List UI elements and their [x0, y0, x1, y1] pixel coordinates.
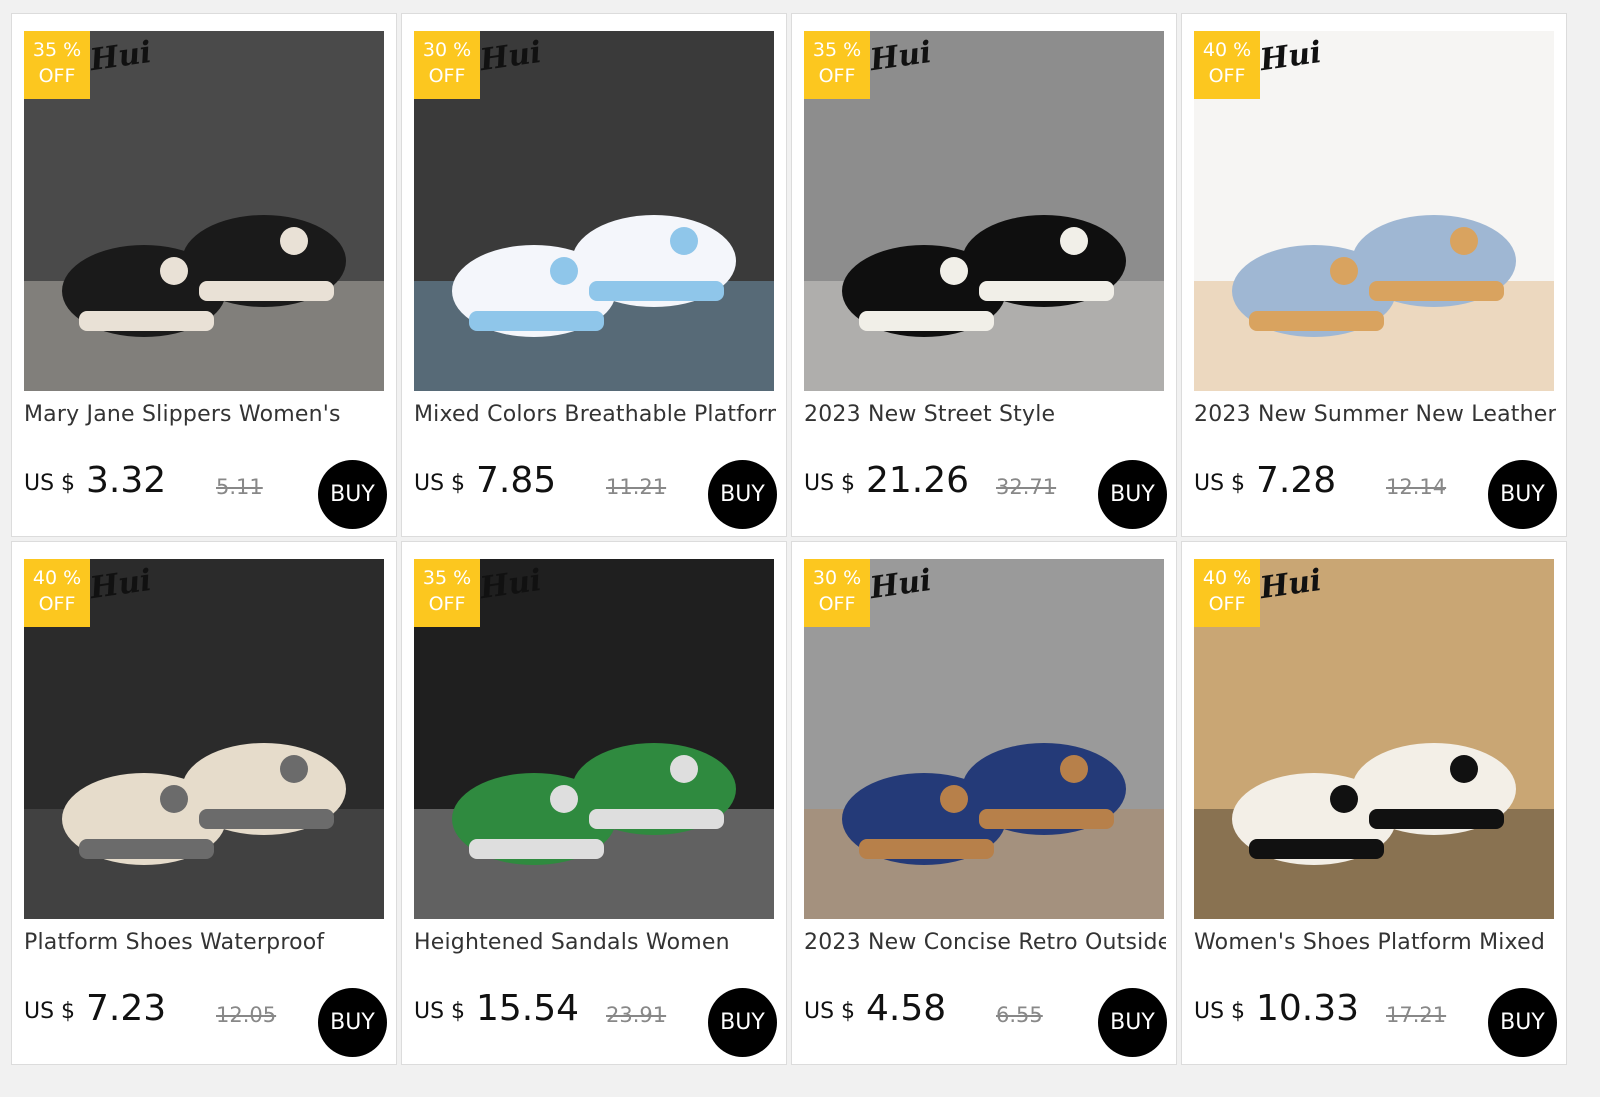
discount-off-label: OFF — [818, 65, 856, 87]
discount-percent: 30 % — [812, 567, 862, 589]
discount-percent: 30 % — [422, 39, 472, 61]
buy-button[interactable]: BUY — [1098, 988, 1167, 1057]
product-title[interactable]: Mary Jane Slippers Women's — [24, 402, 386, 427]
discount-badge: 40 % OFF — [1194, 31, 1260, 99]
discount-off-label: OFF — [38, 593, 76, 615]
discount-off-label: OFF — [428, 593, 466, 615]
discount-off-label: OFF — [38, 65, 76, 87]
sale-price: 21.26 — [866, 460, 970, 501]
sale-price: 10.33 — [1256, 988, 1360, 1029]
currency-label: US $ — [804, 999, 856, 1024]
buy-button[interactable]: BUY — [708, 988, 777, 1057]
product-image[interactable]: 40 % OFF Hui — [1194, 559, 1554, 919]
buy-button[interactable]: BUY — [1488, 460, 1557, 529]
product-card[interactable]: 40 % OFF Hui 2023 New Summer New Leather… — [1181, 13, 1567, 537]
product-title[interactable]: Women's Shoes Platform Mixed — [1194, 930, 1556, 955]
product-card[interactable]: 35 % OFF Hui Mary Jane Slippers Women's … — [11, 13, 397, 537]
product-grid: 35 % OFF Hui Mary Jane Slippers Women's … — [0, 0, 1600, 1097]
discount-off-label: OFF — [818, 593, 856, 615]
discount-percent: 35 % — [32, 39, 82, 61]
discount-badge: 35 % OFF — [804, 31, 870, 99]
product-title[interactable]: Heightened Sandals Women — [414, 930, 776, 955]
sale-price: 7.23 — [86, 988, 167, 1029]
currency-label: US $ — [804, 471, 856, 496]
discount-off-label: OFF — [428, 65, 466, 87]
product-card[interactable]: 40 % OFF Hui Women's Shoes Platform Mixe… — [1181, 541, 1567, 1065]
discount-badge: 35 % OFF — [414, 559, 480, 627]
buy-button[interactable]: BUY — [318, 988, 387, 1057]
sale-price: 3.32 — [86, 460, 167, 501]
product-title[interactable]: 2023 New Street Style — [804, 402, 1166, 427]
product-card[interactable]: 35 % OFF Hui 2023 New Street Style US $ … — [791, 13, 1177, 537]
product-image[interactable]: 30 % OFF Hui — [804, 559, 1164, 919]
original-price: 32.71 — [996, 475, 1057, 499]
sale-price: 4.58 — [866, 988, 947, 1029]
sale-price: 7.28 — [1256, 460, 1337, 501]
currency-label: US $ — [24, 999, 76, 1024]
product-card[interactable]: 30 % OFF Hui Mixed Colors Breathable Pla… — [401, 13, 787, 537]
product-image[interactable]: 40 % OFF Hui — [1194, 31, 1554, 391]
currency-label: US $ — [24, 471, 76, 496]
discount-badge: 35 % OFF — [24, 31, 90, 99]
discount-percent: 40 % — [32, 567, 82, 589]
original-price: 5.11 — [216, 475, 263, 499]
currency-label: US $ — [1194, 471, 1246, 496]
original-price: 17.21 — [1386, 1003, 1447, 1027]
currency-label: US $ — [1194, 999, 1246, 1024]
discount-off-label: OFF — [1208, 65, 1246, 87]
product-card[interactable]: 30 % OFF Hui 2023 New Concise Retro Outs… — [791, 541, 1177, 1065]
product-card[interactable]: 40 % OFF Hui Platform Shoes Waterproof U… — [11, 541, 397, 1065]
buy-button[interactable]: BUY — [1098, 460, 1167, 529]
discount-percent: 40 % — [1202, 39, 1252, 61]
discount-badge: 40 % OFF — [24, 559, 90, 627]
product-title[interactable]: Mixed Colors Breathable Platform — [414, 402, 776, 427]
discount-percent: 35 % — [812, 39, 862, 61]
buy-button[interactable]: BUY — [708, 460, 777, 529]
discount-percent: 35 % — [422, 567, 472, 589]
discount-badge: 30 % OFF — [414, 31, 480, 99]
discount-badge: 30 % OFF — [804, 559, 870, 627]
product-image[interactable]: 35 % OFF Hui — [804, 31, 1164, 391]
currency-label: US $ — [414, 999, 466, 1024]
product-card[interactable]: 35 % OFF Hui Heightened Sandals Women US… — [401, 541, 787, 1065]
sale-price: 7.85 — [476, 460, 557, 501]
original-price: 6.55 — [996, 1003, 1043, 1027]
currency-label: US $ — [414, 471, 466, 496]
discount-badge: 40 % OFF — [1194, 559, 1260, 627]
original-price: 23.91 — [606, 1003, 667, 1027]
original-price: 12.05 — [216, 1003, 277, 1027]
product-title[interactable]: Platform Shoes Waterproof — [24, 930, 386, 955]
sale-price: 15.54 — [476, 988, 580, 1029]
product-title[interactable]: 2023 New Summer New Leather — [1194, 402, 1556, 427]
buy-button[interactable]: BUY — [318, 460, 387, 529]
product-image[interactable]: 35 % OFF Hui — [24, 31, 384, 391]
buy-button[interactable]: BUY — [1488, 988, 1557, 1057]
product-image[interactable]: 40 % OFF Hui — [24, 559, 384, 919]
discount-off-label: OFF — [1208, 593, 1246, 615]
original-price: 12.14 — [1386, 475, 1447, 499]
product-image[interactable]: 30 % OFF Hui — [414, 31, 774, 391]
product-image[interactable]: 35 % OFF Hui — [414, 559, 774, 919]
original-price: 11.21 — [606, 475, 667, 499]
product-title[interactable]: 2023 New Concise Retro Outside — [804, 930, 1166, 955]
discount-percent: 40 % — [1202, 567, 1252, 589]
